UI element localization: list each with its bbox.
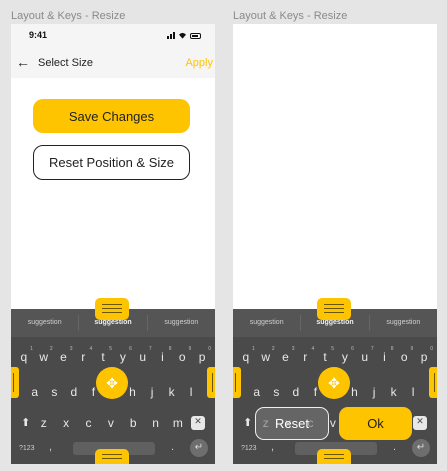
battery-icon — [190, 33, 201, 39]
key-l[interactable]: l — [404, 385, 422, 399]
status-time: 9:41 — [29, 30, 48, 40]
key-s[interactable]: s — [267, 385, 285, 399]
move-icon[interactable]: ✥ — [96, 367, 128, 399]
key-d[interactable]: d — [287, 385, 305, 399]
suggestion-item[interactable]: suggestion — [11, 309, 78, 337]
backspace-icon[interactable]: ✕ — [413, 416, 427, 430]
key-y[interactable]: y6 — [336, 346, 354, 364]
save-changes-button[interactable]: Save Changes — [33, 99, 190, 133]
key-i[interactable]: i8 — [153, 346, 171, 364]
resize-handle-bottom[interactable] — [317, 449, 351, 464]
key-u[interactable]: u7 — [356, 346, 373, 364]
comma-key[interactable]: , — [49, 441, 52, 453]
signal-icon — [167, 31, 175, 39]
suggestion-item[interactable]: suggestion — [148, 309, 215, 337]
resize-handle-bottom[interactable] — [95, 449, 129, 464]
key-row-1: q1 w2 e3 r4 t5 y6 u7 i8 o9 p0 — [11, 346, 215, 364]
key-row-3: ⬆ z x c v b n m ✕ — [11, 416, 215, 430]
key-a[interactable]: a — [248, 385, 266, 399]
key-y[interactable]: y6 — [114, 346, 132, 364]
key-v[interactable]: v — [102, 416, 120, 430]
shift-icon[interactable]: ⬆ — [243, 416, 252, 430]
suggestion-item[interactable]: suggestion — [370, 309, 437, 337]
backspace-icon[interactable]: ✕ — [191, 416, 205, 430]
back-arrow-icon[interactable]: ← — [16, 54, 30, 70]
resize-handle-right[interactable] — [207, 367, 215, 398]
enter-icon[interactable]: ↵ — [412, 439, 430, 457]
key-n[interactable]: n — [147, 416, 165, 430]
key-o[interactable]: o9 — [395, 346, 413, 364]
key-o[interactable]: o9 — [173, 346, 191, 364]
key-x[interactable]: x — [57, 416, 75, 430]
apply-button[interactable]: Apply — [185, 57, 213, 69]
key-z[interactable]: z — [35, 416, 53, 430]
key-w[interactable]: w2 — [257, 346, 274, 364]
resize-handle-left[interactable] — [233, 367, 241, 398]
resize-handle-right[interactable] — [429, 367, 437, 398]
move-icon[interactable]: ✥ — [318, 367, 350, 399]
status-bar: 9:41 — [11, 24, 215, 48]
key-r[interactable]: r4 — [296, 346, 314, 364]
phone-screen-resize-confirm: suggestion suggestion suggestion q1 w2 e… — [233, 24, 437, 464]
reset-button[interactable]: Reset — [255, 407, 329, 440]
enter-icon[interactable]: ↵ — [190, 439, 208, 457]
key-e[interactable]: e3 — [276, 346, 294, 364]
nav-bar: ← Select Size Apply — [11, 48, 215, 78]
ok-button[interactable]: Ok — [339, 407, 412, 440]
key-l[interactable]: l — [182, 385, 200, 399]
shift-icon[interactable]: ⬆ — [21, 416, 30, 430]
key-q[interactable]: q1 — [237, 346, 255, 364]
key-k[interactable]: k — [385, 385, 403, 399]
key-k[interactable]: k — [163, 385, 181, 399]
key-w[interactable]: w2 — [35, 346, 52, 364]
phone-screen-select-size: 9:41 ← Select Size Apply Save Changes Re… — [11, 24, 215, 464]
key-t[interactable]: t5 — [316, 346, 334, 364]
key-t[interactable]: t5 — [94, 346, 112, 364]
key-i[interactable]: i8 — [375, 346, 393, 364]
key-c[interactable]: c — [79, 416, 97, 430]
key-j[interactable]: j — [143, 385, 161, 399]
comma-key[interactable]: , — [271, 441, 274, 453]
key-r[interactable]: r4 — [74, 346, 92, 364]
key-p[interactable]: p0 — [193, 346, 211, 364]
key-j[interactable]: j — [365, 385, 383, 399]
key-e[interactable]: e3 — [54, 346, 72, 364]
period-key[interactable]: . — [171, 441, 174, 453]
suggestion-item[interactable]: suggestion — [233, 309, 300, 337]
resize-handle-top[interactable] — [95, 298, 129, 320]
key-u[interactable]: u7 — [134, 346, 151, 364]
resize-handle-left[interactable] — [11, 367, 19, 398]
page-title: Select Size — [38, 57, 94, 69]
key-s[interactable]: s — [45, 385, 63, 399]
frame-title-right: Layout & Keys - Resize — [233, 10, 348, 22]
frame-title-left: Layout & Keys - Resize — [11, 10, 126, 22]
period-key[interactable]: . — [393, 441, 396, 453]
key-m[interactable]: m — [169, 416, 187, 430]
key-q[interactable]: q1 — [15, 346, 33, 364]
key-b[interactable]: b — [124, 416, 142, 430]
key-row-1: q1 w2 e3 r4 t5 y6 u7 i8 o9 p0 — [233, 346, 437, 364]
key-d[interactable]: d — [65, 385, 83, 399]
resize-handle-top[interactable] — [317, 298, 351, 320]
symbols-key[interactable]: ?123 — [19, 445, 35, 452]
key-p[interactable]: p0 — [415, 346, 433, 364]
wifi-icon — [179, 32, 186, 39]
reset-position-size-button[interactable]: Reset Position & Size — [33, 145, 190, 180]
key-a[interactable]: a — [26, 385, 44, 399]
symbols-key[interactable]: ?123 — [241, 445, 257, 452]
